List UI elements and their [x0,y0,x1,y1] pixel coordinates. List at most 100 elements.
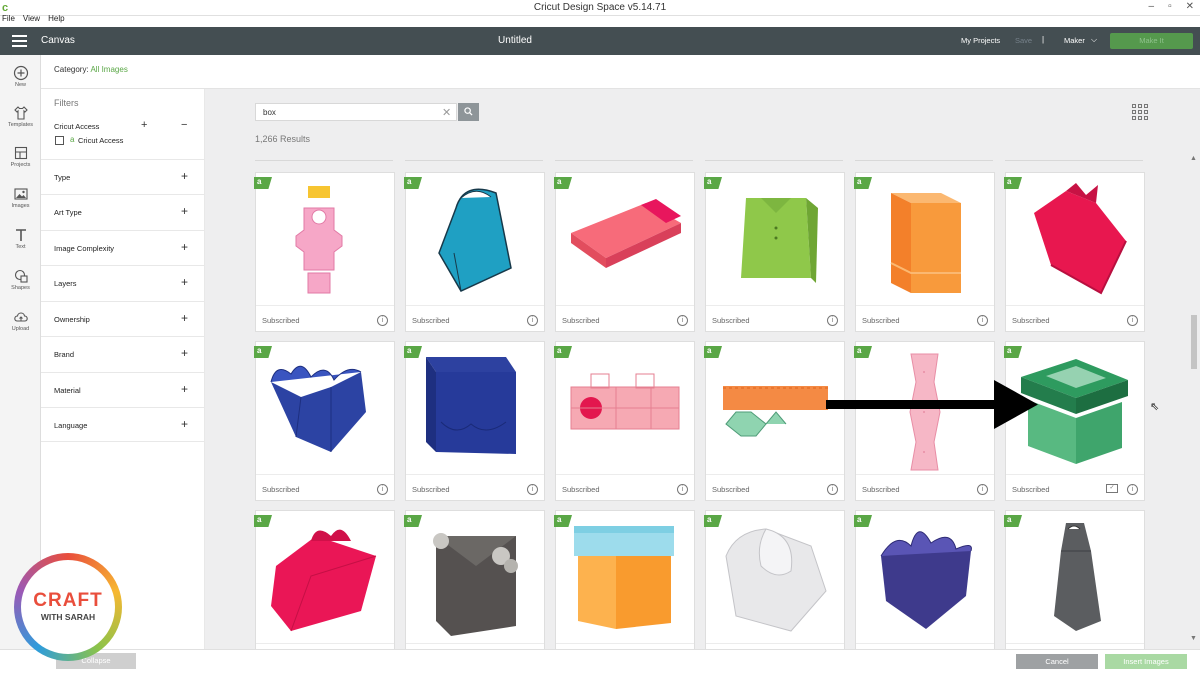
save-link[interactable]: Save [1015,36,1032,45]
category-link[interactable]: All Images [90,65,127,74]
image-tile[interactable]: Subscribed i [254,172,395,332]
image-tile[interactable]: Subscribed i [1004,172,1145,332]
subscription-status: Subscribed [712,316,750,325]
info-icon[interactable]: i [827,315,838,326]
expand-plus-icon[interactable]: + [181,382,188,396]
red-handle-box-image [271,529,377,632]
filter-material[interactable]: Material + [41,372,204,407]
pink-slide-box-image [571,199,681,268]
tile-footer: Subscribed i [1006,305,1144,331]
navy-flower-box-image [270,365,366,452]
minimize-icon[interactable]: – [1149,1,1155,12]
image-tile[interactable]: Subscribed i [404,172,545,332]
navy-square-box-image [426,357,516,454]
expand-plus-icon[interactable]: + [181,346,188,360]
filter-image-complexity[interactable]: Image Complexity + [41,230,204,265]
filter-label: Language [54,421,88,430]
tile-stub [405,157,543,161]
info-icon[interactable]: i [827,484,838,495]
info-icon[interactable]: i [977,484,988,495]
subscription-status: Subscribed [862,316,900,325]
vertical-scrollbar[interactable]: ▲ ▼ [1190,155,1198,649]
gray-tall-bag-image [1054,523,1101,631]
maximize-icon[interactable]: ▫ [1168,1,1172,12]
filter-type[interactable]: Type + [41,159,204,194]
minus-icon[interactable]: − [181,119,187,131]
filter-layers[interactable]: Layers + [41,265,204,300]
menu-help[interactable]: Help [48,14,64,26]
image-tile[interactable]: Subscribed i [704,341,845,501]
rail-label: Projects [10,162,31,168]
image-tile[interactable]: Subscribed i [254,341,395,501]
search-button[interactable] [458,103,479,121]
close-icon[interactable]: ✕ [1186,1,1194,12]
shirt-icon [13,106,28,120]
search-input[interactable]: box ✕ [255,103,457,121]
clear-search-icon[interactable]: ✕ [442,106,451,119]
info-icon[interactable]: i [1127,484,1138,495]
image-tile[interactable]: i [404,510,545,649]
filter-label: Ownership [54,315,90,324]
cancel-button[interactable]: Cancel [1016,654,1098,669]
image-tile[interactable]: i [1004,510,1145,649]
expand-plus-icon[interactable]: + [181,417,188,431]
title-bar: c Cricut Design Space v5.14.71 – ▫ ✕ [0,0,1200,16]
scroll-up-icon[interactable]: ▲ [1190,155,1197,162]
scrollbar-thumb[interactable] [1191,315,1197,369]
rail-templates[interactable]: Templates [0,105,41,128]
expand-plus-icon[interactable]: + [181,275,188,289]
machine-select[interactable]: Maker [1064,36,1085,45]
info-icon[interactable]: i [527,315,538,326]
grid-view-icon[interactable] [1132,104,1150,120]
menu-file[interactable]: File [2,14,15,26]
insert-images-button[interactable]: Insert Images [1105,654,1187,669]
image-tile[interactable]: i [704,510,845,649]
chevron-down-icon[interactable]: ⌵ [1091,35,1097,45]
image-tile[interactable]: Subscribed i [554,341,695,501]
rail-shapes[interactable]: Shapes [0,268,41,291]
filter-art-type[interactable]: Art Type + [41,194,204,229]
info-icon[interactable]: i [377,315,388,326]
menu-view[interactable]: View [23,14,40,26]
blue-orange-box-image [574,526,674,629]
my-projects-link[interactable]: My Projects [961,36,1000,45]
category-breadcrumb: Category: All Images [54,65,128,74]
rail-text[interactable]: Text [0,227,41,250]
rail-label: Shapes [11,285,30,291]
white-curved-box-image [725,528,827,632]
selected-check-icon[interactable]: ✓ [1106,484,1118,493]
cricut-access-icon: a [70,135,75,144]
expand-plus-icon[interactable]: + [181,169,188,183]
image-tile[interactable]: Subscribed i [404,341,545,501]
info-icon[interactable]: i [977,315,988,326]
plus-icon[interactable]: + [141,119,147,131]
expand-plus-icon[interactable]: + [181,240,188,254]
image-tile[interactable]: i [554,510,695,649]
filter-language[interactable]: Language + [41,407,204,442]
rail-upload[interactable]: Upload [0,309,41,332]
image-tile[interactable]: Subscribed i [854,172,995,332]
search-query: box [263,108,276,117]
image-tile[interactable]: Subscribed i [704,172,845,332]
results-grid: SubscribediSubscribediSubscribediSubscri… [205,153,1200,649]
filter-brand[interactable]: Brand + [41,336,204,371]
rail-new[interactable]: New [0,65,41,88]
info-icon[interactable]: i [677,484,688,495]
info-icon[interactable]: i [1127,315,1138,326]
make-it-button[interactable]: Make It [1110,33,1193,49]
cricut-access-checkbox[interactable] [55,136,64,145]
info-icon[interactable]: i [677,315,688,326]
info-icon[interactable]: i [527,484,538,495]
expand-plus-icon[interactable]: + [181,204,188,218]
image-tile[interactable]: i [854,510,995,649]
expand-plus-icon[interactable]: + [181,311,188,325]
filter-ownership[interactable]: Ownership + [41,301,204,336]
rail-projects[interactable]: Projects [0,145,41,168]
image-tile[interactable]: i [254,510,395,649]
subscription-status: Subscribed [712,485,750,494]
image-tile[interactable]: Subscribed i [554,172,695,332]
scroll-down-icon[interactable]: ▼ [1190,635,1197,642]
rail-images[interactable]: Images [0,186,41,209]
filter-label: Layers [54,279,77,288]
info-icon[interactable]: i [377,484,388,495]
